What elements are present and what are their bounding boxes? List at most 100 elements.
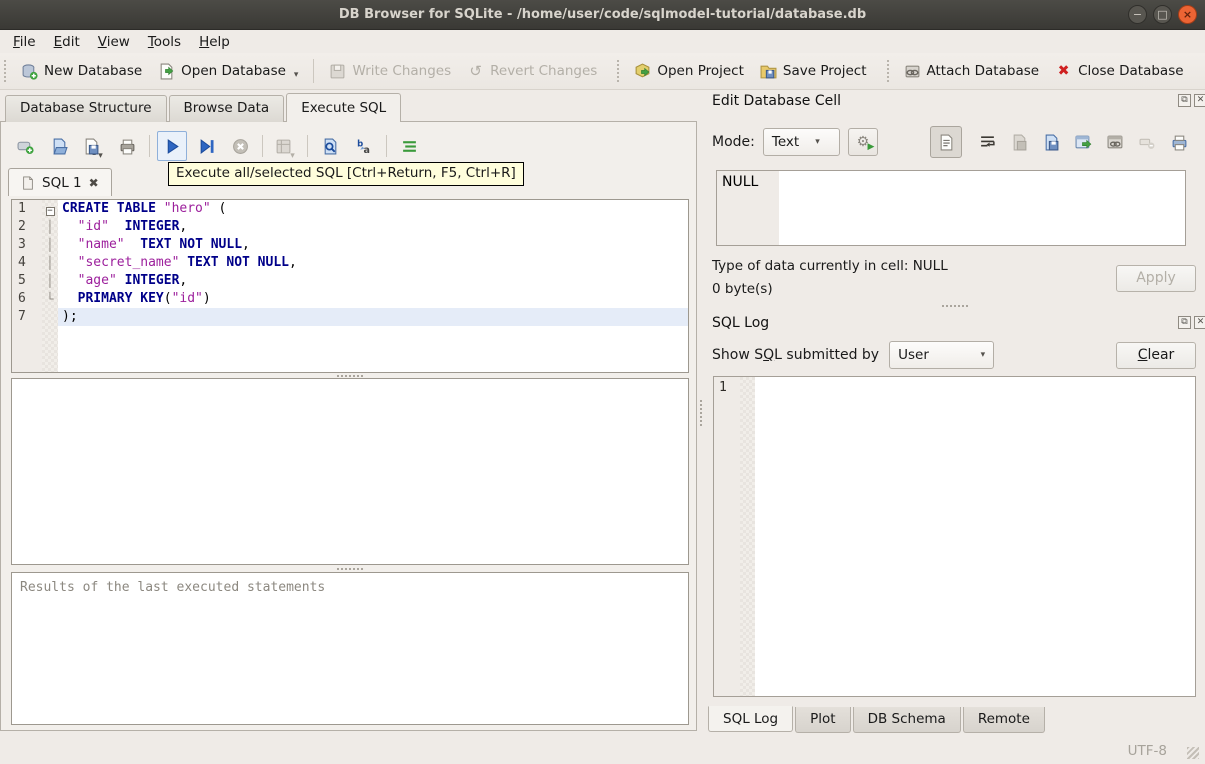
menu-help[interactable]: Help — [190, 31, 239, 53]
tab-execute-sql[interactable]: Execute SQL — [286, 93, 402, 122]
tab-remote[interactable]: Remote — [962, 707, 1045, 733]
open-sql-file-button[interactable] — [44, 131, 74, 161]
import-data-icon[interactable] — [1011, 134, 1028, 151]
toolbar-drag-handle[interactable] — [886, 60, 892, 82]
save-results-dropdown-icon[interactable]: ▾ — [290, 151, 295, 161]
open-project-label: Open Project — [657, 63, 744, 79]
attach-database-icon — [904, 63, 921, 80]
fold-guide-end: └ — [42, 290, 58, 308]
tab-browse-data[interactable]: Browse Data — [168, 95, 285, 122]
word-wrap-icon[interactable] — [979, 134, 996, 151]
new-tab-button[interactable] — [10, 131, 40, 161]
resize-grip[interactable] — [1187, 747, 1199, 759]
sql-log-dock-title: SQL Log — [712, 315, 770, 331]
save-project-button[interactable]: Save Project — [752, 59, 875, 84]
tab-sql-log[interactable]: SQL Log — [708, 706, 794, 732]
attach-database-button[interactable]: Attach Database — [896, 59, 1048, 84]
submitted-by-value: User — [898, 347, 929, 363]
clear-button[interactable]: Clear — [1116, 342, 1196, 369]
cell-editor-toolbar — [930, 126, 1188, 158]
close-button[interactable]: × — [1178, 5, 1197, 24]
copy-link-icon[interactable] — [1107, 134, 1124, 151]
print-cell-icon[interactable] — [1171, 134, 1188, 151]
splitter-handle[interactable] — [11, 566, 689, 571]
open-sql-file-icon — [51, 138, 68, 155]
format-sql-button[interactable] — [394, 131, 424, 161]
code-line: 1 − CREATE TABLE "hero" ( — [12, 200, 688, 218]
open-database-icon — [158, 63, 175, 80]
toolbar-drag-handle[interactable] — [4, 60, 9, 82]
submitted-by-select[interactable]: User ▾ — [889, 341, 995, 369]
menu-view[interactable]: View — [89, 31, 139, 53]
menu-tools[interactable]: Tools — [139, 31, 190, 53]
float-dock-icon[interactable]: ⧉ — [1178, 316, 1191, 329]
print-sql-button[interactable] — [112, 131, 142, 161]
toolbar-separator — [262, 135, 263, 157]
text-mode-button[interactable] — [930, 126, 962, 158]
encoding-indicator[interactable]: UTF-8 — [1128, 743, 1167, 759]
fold-marker-icon[interactable]: − — [42, 200, 58, 218]
write-changes-button[interactable]: Write Changes — [321, 59, 459, 84]
cell-value-editor[interactable]: NULL — [716, 170, 1186, 246]
open-database-dropdown-icon[interactable]: ▾ — [294, 70, 299, 80]
find-replace-button[interactable]: ba — [349, 131, 379, 161]
save-sql-dropdown-icon[interactable]: ▾ — [98, 151, 103, 161]
fold-guide: │ — [42, 218, 58, 236]
log-fold-margin — [740, 377, 755, 696]
maximize-button[interactable]: □ — [1153, 5, 1172, 24]
sql-log-view[interactable]: 1 — [713, 376, 1196, 697]
sql1-tab[interactable]: SQL 1 ✖ — [8, 168, 112, 196]
execute-current-line-button[interactable] — [191, 131, 221, 161]
attach-database-label: Attach Database — [926, 63, 1040, 79]
close-dock-icon[interactable]: ✕ — [1194, 94, 1205, 107]
line-number: 2 — [12, 218, 42, 236]
tab-database-structure[interactable]: Database Structure — [5, 95, 167, 122]
set-null-icon[interactable] — [1139, 134, 1156, 151]
stop-execution-button[interactable] — [225, 131, 255, 161]
tab-plot[interactable]: Plot — [795, 707, 851, 733]
toolbar-separator — [386, 135, 387, 157]
cell-value: NULL — [717, 171, 779, 245]
status-bar: UTF-8 — [0, 735, 1205, 764]
revert-changes-button[interactable]: ↺ Revert Changes — [459, 58, 605, 84]
svg-text:a: a — [363, 144, 369, 154]
mode-label: Mode: — [712, 134, 755, 150]
tab-db-schema[interactable]: DB Schema — [852, 707, 961, 733]
minimize-button[interactable]: − — [1128, 5, 1147, 24]
edit-cell-dock-title: Edit Database Cell — [712, 93, 841, 109]
vertical-splitter[interactable] — [697, 90, 705, 735]
format-sql-icon — [401, 138, 418, 155]
write-changes-icon — [329, 63, 346, 80]
find-button[interactable] — [315, 131, 345, 161]
line-number: 5 — [12, 272, 42, 290]
line-number: 7 — [12, 308, 42, 326]
apply-data-button[interactable]: ⚙ ▶ — [847, 128, 878, 156]
toolbar-drag-handle[interactable] — [617, 60, 622, 82]
splitter-handle[interactable] — [713, 303, 1196, 308]
save-as-icon[interactable] — [1043, 134, 1060, 151]
save-results-button[interactable]: ▾ — [270, 131, 300, 161]
sql-editor-toolbar: ▾ ▾ ba — [10, 130, 424, 162]
close-tab-icon[interactable]: ✖ — [89, 176, 99, 190]
apply-button[interactable]: Apply — [1116, 265, 1196, 292]
write-changes-label: Write Changes — [352, 63, 452, 79]
sql-code-editor[interactable]: 1 − CREATE TABLE "hero" ( 2 │ "id" INTEG… — [11, 199, 689, 373]
execute-all-icon — [164, 138, 181, 155]
menu-edit[interactable]: Edit — [45, 31, 89, 53]
close-database-button[interactable]: ✖ Close Database — [1047, 59, 1191, 83]
new-database-button[interactable]: New Database — [13, 59, 150, 84]
close-dock-icon[interactable]: ✕ — [1194, 316, 1205, 329]
sql-document-tab-bar: SQL 1 ✖ — [8, 168, 112, 196]
sql-log-dock-controls: ⧉ ✕ — [1178, 316, 1205, 329]
text-mode-icon — [938, 134, 955, 151]
mode-value: Text — [771, 134, 800, 150]
code-line-current: 7 ); — [12, 308, 688, 326]
export-icon[interactable] — [1075, 134, 1092, 151]
open-project-button[interactable]: Open Project — [626, 59, 752, 84]
mode-select[interactable]: Text ▾ — [762, 128, 840, 156]
execute-all-button[interactable] — [157, 131, 187, 161]
float-dock-icon[interactable]: ⧉ — [1178, 94, 1191, 107]
menu-file[interactable]: File — [4, 31, 45, 53]
open-database-button[interactable]: Open Database ▾ — [150, 59, 306, 84]
save-sql-file-button[interactable]: ▾ — [78, 131, 108, 161]
